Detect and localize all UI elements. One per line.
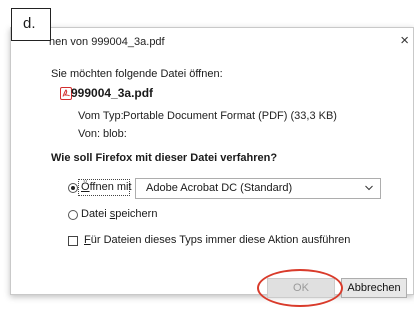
application-select-value: Adobe Acrobat DC (Standard) bbox=[146, 182, 293, 194]
open-with-accesskey: Ö bbox=[81, 181, 90, 193]
ok-button[interactable]: OK bbox=[267, 278, 335, 298]
open-file-dialog: nen von 999004_3a.pdf × Sie möchten folg… bbox=[10, 27, 414, 295]
dialog-title: nen von 999004_3a.pdf bbox=[49, 36, 165, 48]
close-icon[interactable]: × bbox=[400, 33, 409, 48]
always-do-this-checkbox[interactable] bbox=[68, 236, 78, 246]
from-value: blob: bbox=[103, 128, 127, 140]
save-file-label[interactable]: Datei speichern bbox=[81, 208, 157, 220]
from-label: Von: bbox=[78, 128, 101, 140]
always-do-this-label[interactable]: Für Dateien dieses Typs immer diese Akti… bbox=[84, 234, 350, 246]
always-accesskey: F bbox=[84, 234, 91, 246]
radio-selected-dot bbox=[71, 186, 75, 190]
step-label: d. bbox=[11, 8, 51, 41]
dialog-prompt: Sie möchten folgende Datei öffnen: bbox=[51, 68, 223, 80]
open-with-label[interactable]: Öffnen mit bbox=[81, 181, 132, 193]
save-file-label-rest: peichern bbox=[115, 208, 158, 220]
application-select[interactable]: Adobe Acrobat DC (Standard) bbox=[135, 178, 381, 199]
file-name: 999004_3a.pdf bbox=[71, 86, 154, 100]
open-with-label-rest: ffnen mit bbox=[89, 181, 132, 193]
step-label-text: d. bbox=[23, 15, 36, 32]
cancel-button[interactable]: Abbrechen bbox=[341, 278, 407, 298]
chevron-down-icon bbox=[365, 185, 373, 191]
action-question: Wie soll Firefox mit dieser Datei verfah… bbox=[51, 152, 278, 164]
type-value: Portable Document Format (PDF) (33,3 KB) bbox=[123, 110, 337, 122]
open-with-radio[interactable] bbox=[68, 183, 78, 193]
dialog-titlebar: nen von 999004_3a.pdf × bbox=[11, 28, 413, 58]
save-file-radio[interactable] bbox=[68, 210, 78, 220]
always-label-rest: ür Dateien dieses Typs immer diese Aktio… bbox=[90, 234, 351, 246]
save-file-label-plain: Datei bbox=[81, 208, 110, 220]
type-label: Vom Typ: bbox=[78, 110, 124, 122]
